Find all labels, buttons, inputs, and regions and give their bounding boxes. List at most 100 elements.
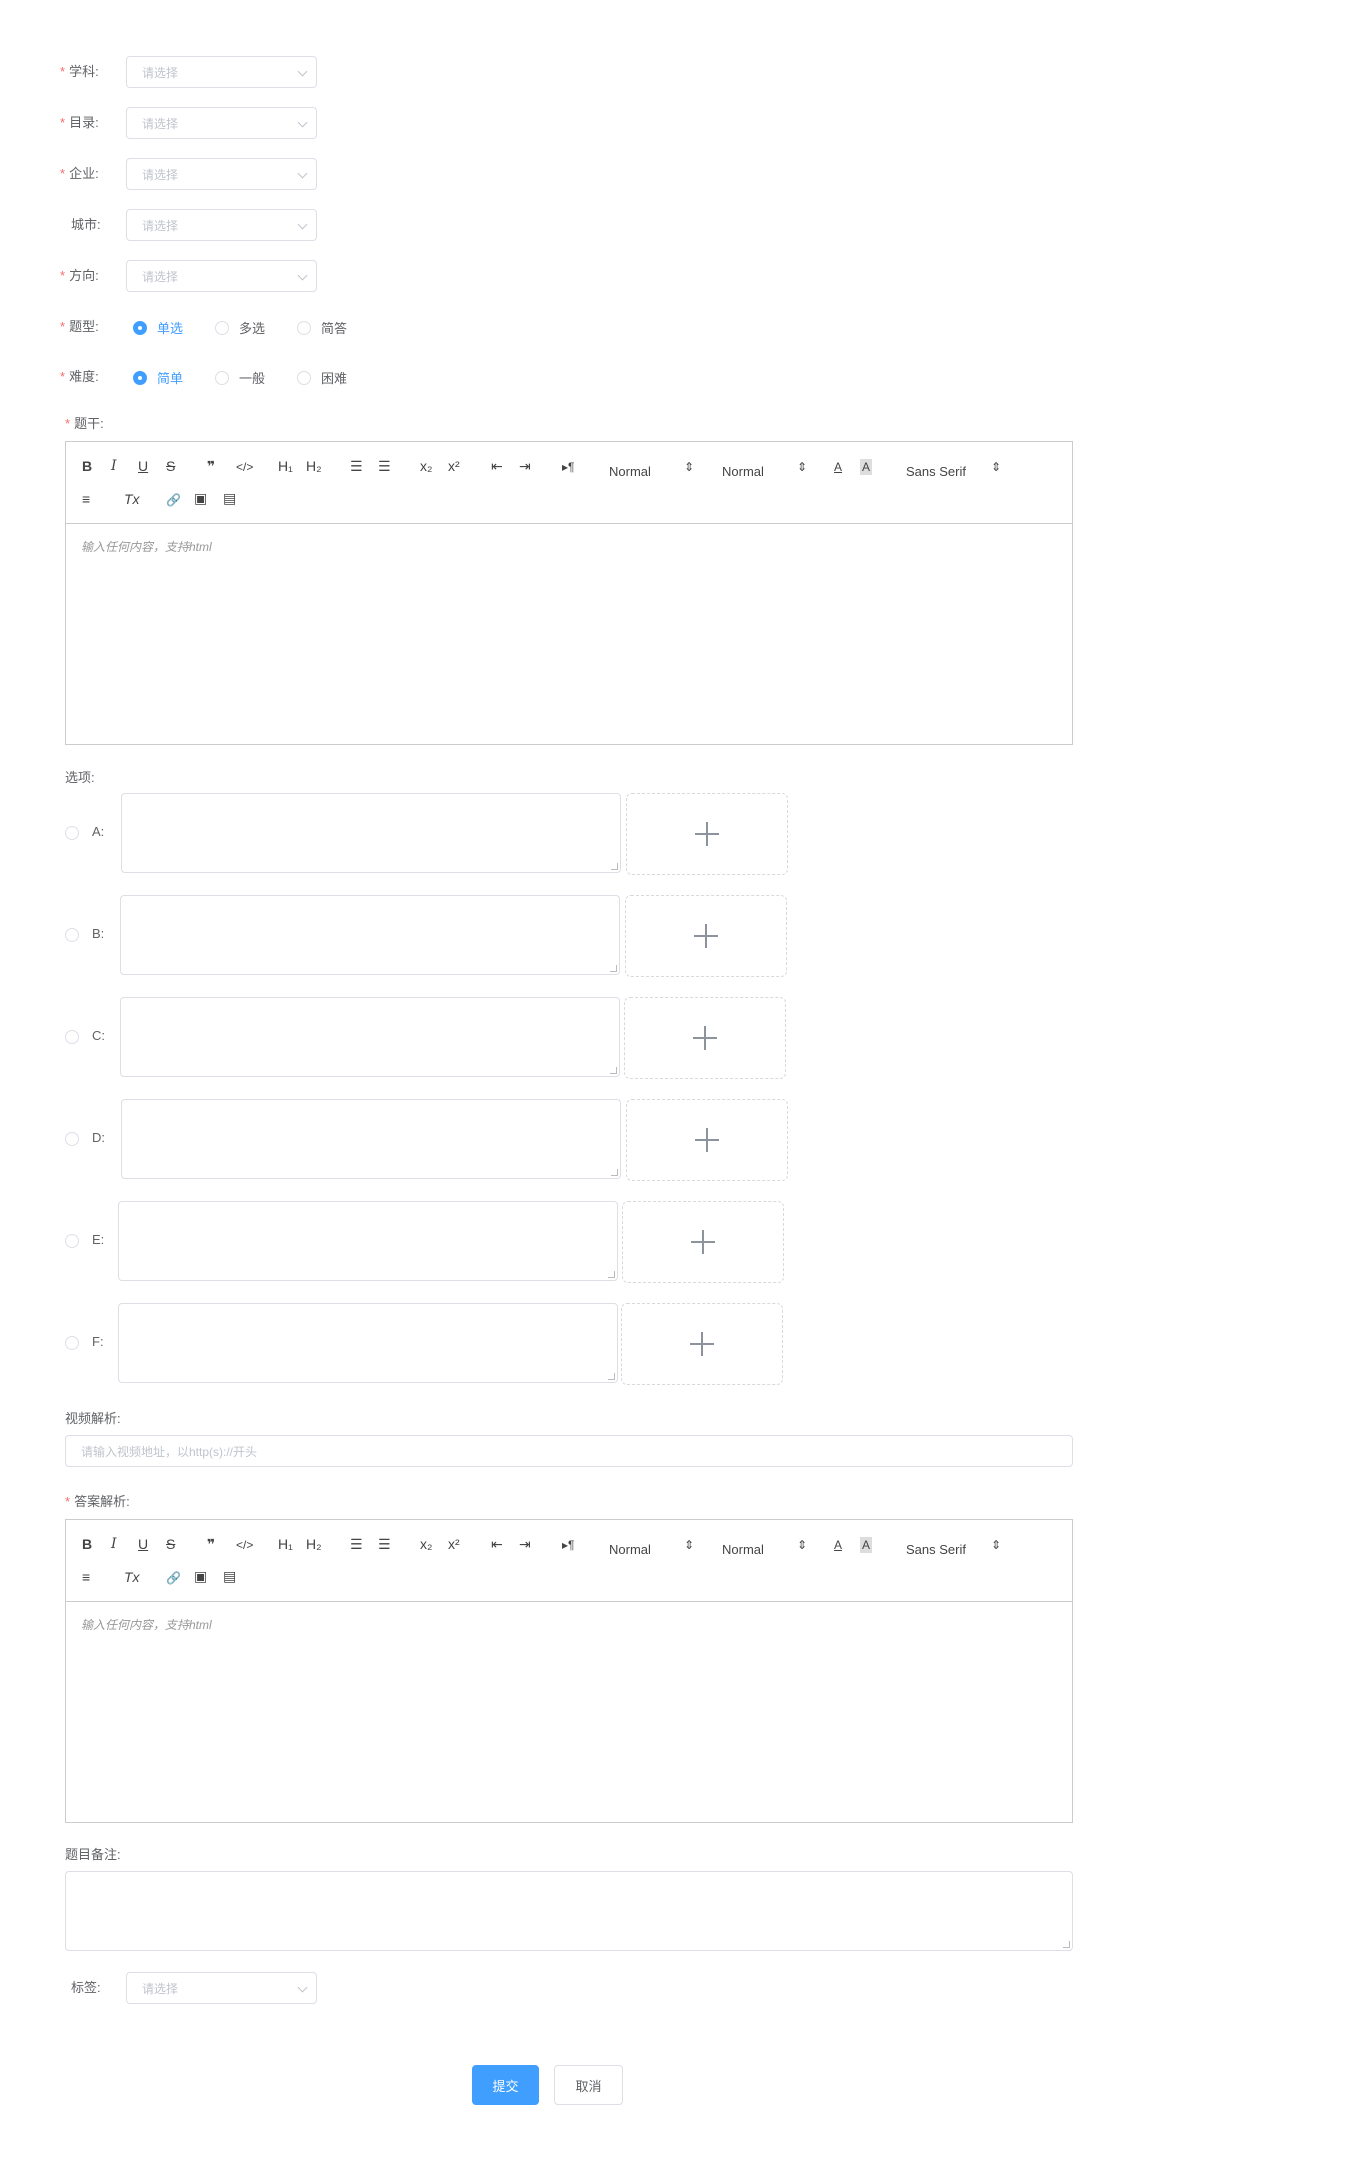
radio-hard[interactable]: 困难 [297,368,347,387]
direction-icon[interactable]: ▸¶ [562,1537,574,1553]
resize-grip [608,1373,615,1380]
resize-grip [610,1067,617,1074]
align-icon[interactable]: ≡ [82,491,90,507]
option-d-radio[interactable] [65,1132,79,1146]
radio-short-answer[interactable]: 简答 [297,318,347,337]
align-icon[interactable]: ≡ [82,1569,90,1585]
option-a-label: A: [92,824,105,839]
tags-placeholder: 请选择 [142,1982,179,1996]
strike-button[interactable]: S [166,1536,175,1552]
resize-grip [611,863,618,870]
font-picker[interactable]: Sans Serif [906,464,966,479]
indent-icon[interactable]: ⇥ [519,458,531,474]
font-picker[interactable]: Sans Serif [906,1542,966,1557]
radio-multiple[interactable]: 多选 [215,318,265,337]
link-icon[interactable]: 🔗 [166,1570,181,1586]
quote-icon[interactable]: ❞ [207,458,215,474]
bold-button[interactable]: B [82,458,92,474]
clean-format-icon[interactable]: Tx [124,1569,140,1585]
strike-button[interactable]: S [166,458,175,474]
option-f-radio[interactable] [65,1336,79,1350]
outdent-icon[interactable]: ⇤ [491,458,503,474]
cancel-button[interactable]: 取消 [554,2065,623,2105]
option-c-radio[interactable] [65,1030,79,1044]
subscript-button[interactable]: x₂ [420,458,432,474]
radio-easy[interactable]: 简单 [133,368,183,387]
size-picker[interactable]: Normal [609,464,651,479]
chevron-down-icon [297,1982,308,1993]
option-a-upload[interactable] [626,793,788,875]
indent-icon[interactable]: ⇥ [519,1536,531,1552]
company-select[interactable]: 请选择 [126,158,317,190]
radio-single[interactable]: 单选 [133,318,183,337]
quote-icon[interactable]: ❞ [207,1536,215,1552]
resize-grip [608,1271,615,1278]
city-select[interactable]: 请选择 [126,209,317,241]
option-f-textarea[interactable] [118,1303,618,1383]
superscript-button[interactable]: x² [448,458,460,474]
underline-button[interactable]: U [138,458,148,474]
background-color-icon[interactable]: A [860,459,873,475]
option-f-upload[interactable] [621,1303,783,1385]
h2-button[interactable]: H₂ [306,1536,322,1552]
font-color-icon[interactable]: A [834,1537,842,1553]
h1-button[interactable]: H₁ [278,458,293,474]
outdent-icon[interactable]: ⇤ [491,1536,503,1552]
font-color-icon[interactable]: A [834,459,842,475]
clean-format-icon[interactable]: Tx [124,491,140,507]
option-d-textarea[interactable] [121,1099,621,1179]
catalog-select[interactable]: 请选择 [126,107,317,139]
image-icon[interactable]: ▣ [194,490,207,506]
option-c-textarea[interactable] [120,997,620,1077]
italic-button[interactable]: I [111,1536,117,1552]
video-icon[interactable]: ▤ [223,490,236,506]
size-picker[interactable]: Normal [609,1542,651,1557]
radio-medium[interactable]: 一般 [215,368,265,387]
option-e-textarea[interactable] [118,1201,618,1281]
option-a-textarea[interactable] [121,793,621,873]
chevron-down-icon [297,168,308,179]
ordered-list-icon[interactable]: ☰ [350,458,363,474]
city-placeholder: 请选择 [142,219,179,233]
tags-select[interactable]: 请选择 [126,1972,317,2004]
option-b-radio[interactable] [65,928,79,942]
header-picker[interactable]: Normal [722,464,764,479]
stem-placeholder: 输入任何内容，支持html [81,540,212,554]
subscript-button[interactable]: x₂ [420,1536,432,1552]
superscript-button[interactable]: x² [448,1536,460,1552]
h1-button[interactable]: H₁ [278,1536,293,1552]
up-down-icon: ⇕ [991,460,1002,474]
option-e-radio[interactable] [65,1234,79,1248]
option-a-radio[interactable] [65,826,79,840]
submit-button[interactable]: 提交 [472,2065,539,2105]
answer-content[interactable]: 输入任何内容，支持html [66,1602,1072,1822]
bullet-list-icon[interactable]: ☰ [378,1536,391,1552]
italic-button[interactable]: I [111,458,117,474]
image-icon[interactable]: ▣ [194,1568,207,1584]
subject-select[interactable]: 请选择 [126,56,317,88]
bold-button[interactable]: B [82,1536,92,1552]
underline-button[interactable]: U [138,1536,148,1552]
h2-button[interactable]: H₂ [306,458,322,474]
option-d-upload[interactable] [626,1099,788,1181]
bullet-list-icon[interactable]: ☰ [378,458,391,474]
option-e-upload[interactable] [622,1201,784,1283]
header-picker[interactable]: Normal [722,1542,764,1557]
background-color-icon[interactable]: A [860,1537,873,1553]
remark-textarea[interactable] [65,1871,1073,1951]
link-icon[interactable]: 🔗 [166,492,181,508]
option-b-textarea[interactable] [120,895,620,975]
code-icon[interactable]: </> [236,1537,253,1553]
plus-icon [693,1026,717,1050]
code-icon[interactable]: </> [236,459,253,475]
option-b-upload[interactable] [625,895,787,977]
video-input[interactable]: 请输入视频地址，以http(s)://开头 [65,1435,1073,1467]
option-c-upload[interactable] [624,997,786,1079]
direction-select[interactable]: 请选择 [126,260,317,292]
video-icon[interactable]: ▤ [223,1568,236,1584]
ordered-list-icon[interactable]: ☰ [350,1536,363,1552]
direction-icon[interactable]: ▸¶ [562,459,574,475]
plus-icon [691,1230,715,1254]
answer-label: * 答案解析: [65,1494,130,1509]
stem-content[interactable]: 输入任何内容，支持html [66,524,1072,744]
